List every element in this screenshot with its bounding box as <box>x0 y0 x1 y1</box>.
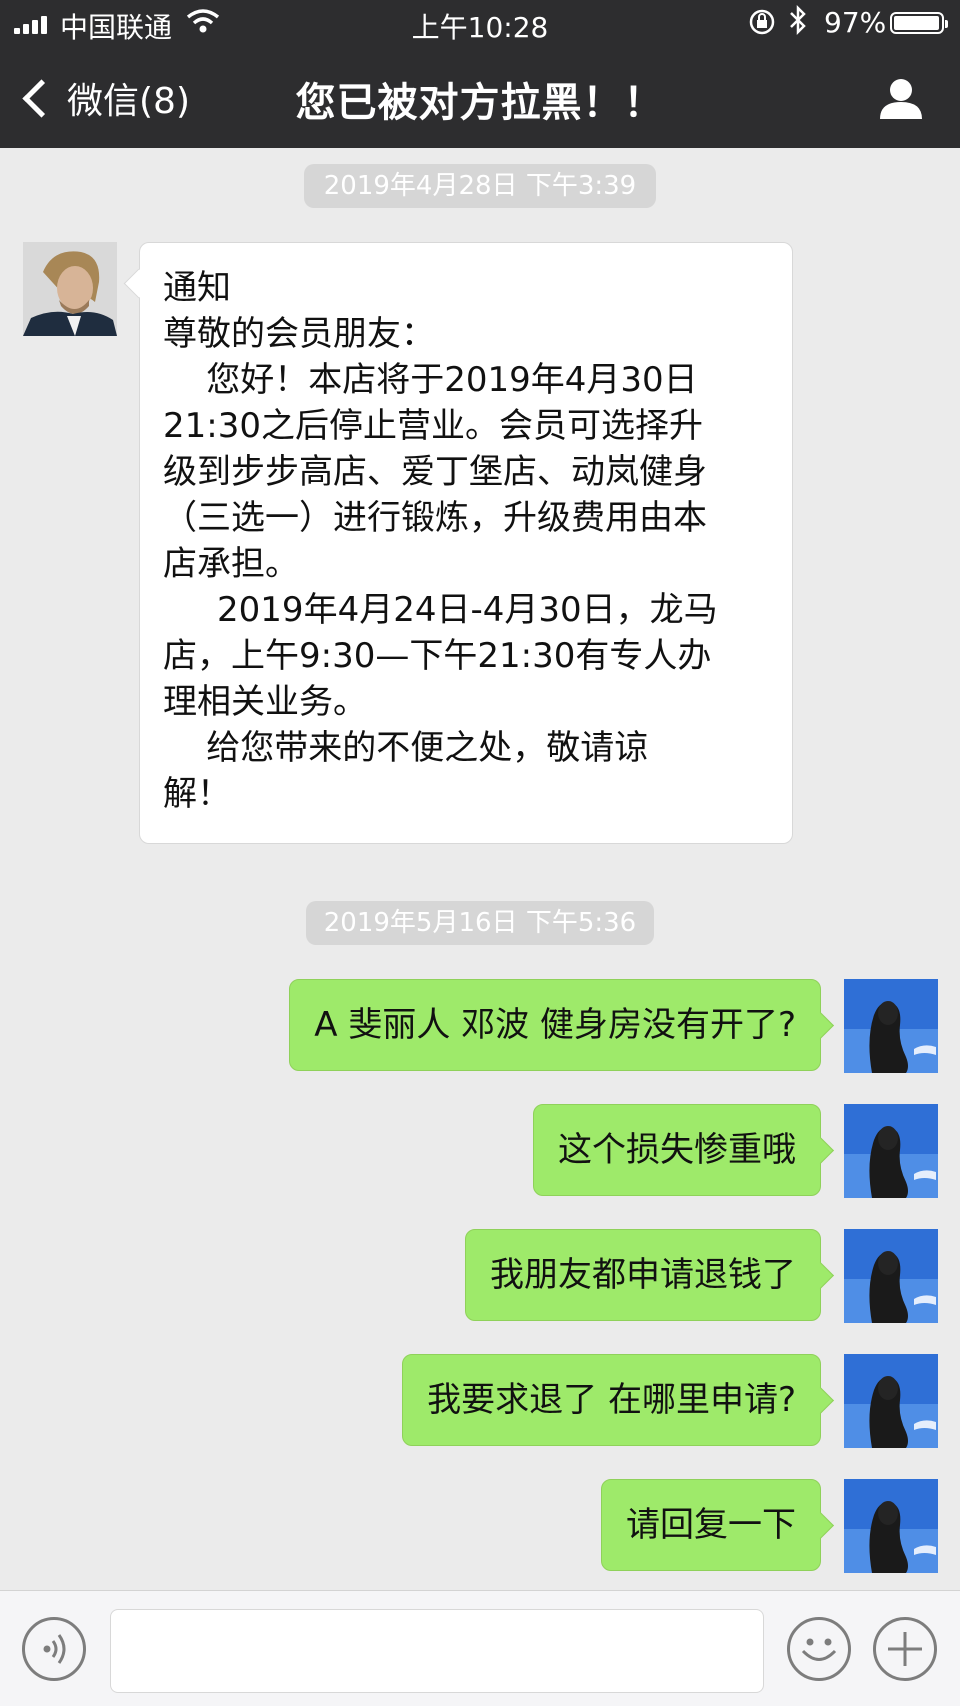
message-line: 店，上午9:30—下午21:30有专人办 <box>163 636 712 676</box>
message-line: 您好！本店将于2019年4月30日 <box>163 360 698 400</box>
nav-bar: 微信(8) 您已被对方拉黑！！ <box>0 48 960 148</box>
message-input[interactable] <box>110 1609 764 1693</box>
status-time: 上午10:28 <box>411 11 549 44</box>
bluetooth-icon <box>788 4 808 43</box>
outgoing-message-bubble[interactable]: A 斐丽人 邓波 健身房没有开了? <box>289 979 821 1071</box>
outgoing-message-bubble[interactable]: 我要求退了 在哪里申请? <box>402 1354 821 1446</box>
outgoing-message-bubble[interactable]: 我朋友都申请退钱了 <box>465 1229 821 1321</box>
voice-icon <box>43 1634 66 1664</box>
contact-avatar[interactable] <box>23 242 117 336</box>
input-bar <box>0 1590 960 1706</box>
person-icon <box>880 79 922 119</box>
message-line: 理相关业务。 <box>163 682 367 722</box>
message-timestamp: 2019年5月16日 下午5:36 <box>306 901 654 945</box>
message-line: 级到步步高店、爱丁堡店、动岚健身 <box>163 452 707 492</box>
chat-title: 您已被对方拉黑！！ <box>295 80 665 126</box>
chat-info-button[interactable] <box>878 76 924 120</box>
battery-percentage: 97% <box>824 6 887 39</box>
emoji-button[interactable] <box>787 1617 851 1681</box>
message-line: 尊敬的会员朋友： <box>163 314 435 354</box>
plus-icon <box>888 1632 922 1666</box>
battery-level-fill <box>894 16 939 30</box>
message-line: （三选一）进行锻炼，升级费用由本 <box>163 498 707 538</box>
my-avatar[interactable] <box>844 1354 938 1448</box>
message-line: 解！ <box>163 774 231 814</box>
smiley-icon <box>801 1638 837 1661</box>
outgoing-message-bubble[interactable]: 这个损失惨重哦 <box>533 1104 821 1196</box>
outgoing-message-bubble[interactable]: 请回复一下 <box>601 1479 821 1571</box>
my-avatar[interactable] <box>844 1479 938 1573</box>
message-line: 给您带来的不便之处，敬请谅 <box>163 728 649 768</box>
incoming-message-bubble[interactable]: 通知 尊敬的会员朋友： 您好！本店将于2019年4月30日 21:30之后停止营… <box>139 242 793 844</box>
message-timestamp: 2019年4月28日 下午3:39 <box>304 164 656 208</box>
message-line: 通知 <box>163 268 231 308</box>
status-bar: 中国联通 上午10:28 97% <box>0 0 960 48</box>
orientation-lock-icon <box>748 8 776 43</box>
my-avatar[interactable] <box>844 1229 938 1323</box>
my-avatar[interactable] <box>844 1104 938 1198</box>
message-line: 21:30之后停止营业。会员可选择升 <box>163 406 703 446</box>
my-avatar[interactable] <box>844 979 938 1073</box>
battery-icon <box>890 12 948 34</box>
message-line: 店承担。 <box>163 544 299 584</box>
message-line: 2019年4月24日-4月30日，龙马 <box>163 590 718 630</box>
more-options-button[interactable] <box>873 1617 937 1681</box>
voice-input-button[interactable] <box>22 1617 86 1681</box>
